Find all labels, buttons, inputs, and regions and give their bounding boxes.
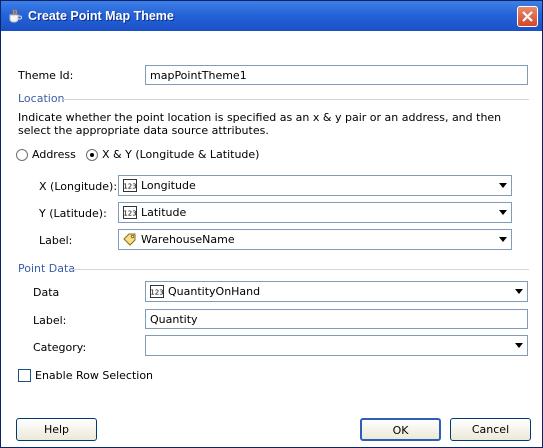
point-data-label: Data <box>33 286 60 299</box>
dialog-content: Theme Id: mapPointTheme1 Location Indica… <box>1 31 542 447</box>
cancel-button[interactable]: Cancel <box>450 418 531 441</box>
number-type-icon: 123 <box>123 179 137 192</box>
location-label-label: Label: <box>39 234 73 247</box>
location-label-value: WarehouseName <box>141 233 235 246</box>
point-data-value: QuantityOnHand <box>168 285 261 298</box>
xy-radio[interactable] <box>86 149 98 161</box>
create-point-map-theme-dialog: Create Point Map Theme Theme Id: mapPoin… <box>0 0 543 448</box>
point-data-select[interactable]: 123 QuantityOnHand <box>145 281 528 302</box>
tag-icon <box>123 233 136 246</box>
location-description: Indicate whether the point location is s… <box>18 111 502 137</box>
chevron-down-icon <box>499 183 507 188</box>
y-latitude-select[interactable]: 123 Latitude <box>118 202 512 223</box>
help-button[interactable]: Help <box>16 418 97 441</box>
point-label-label: Label: <box>33 314 67 327</box>
close-icon <box>522 11 533 22</box>
chevron-down-icon <box>499 237 507 242</box>
point-data-separator <box>71 269 529 270</box>
number-type-icon: 123 <box>150 285 164 298</box>
point-label-input[interactable]: Quantity <box>145 309 528 329</box>
chevron-down-icon <box>515 343 523 348</box>
location-separator <box>63 99 529 100</box>
number-type-icon: 123 <box>123 206 137 219</box>
theme-id-input[interactable]: mapPointTheme1 <box>145 65 528 85</box>
title-bar[interactable]: Create Point Map Theme <box>1 1 542 31</box>
svg-text:123: 123 <box>123 210 136 218</box>
enable-row-selection-label[interactable]: Enable Row Selection <box>35 369 153 382</box>
point-data-section-title: Point Data <box>18 262 76 275</box>
coffee-cup-icon <box>9 9 22 23</box>
ok-button[interactable]: OK <box>360 418 441 441</box>
location-section-title: Location <box>18 92 65 105</box>
theme-id-label: Theme Id: <box>18 69 74 82</box>
category-select[interactable] <box>145 335 528 356</box>
address-radio[interactable] <box>16 149 28 161</box>
svg-text:123: 123 <box>123 183 136 191</box>
x-longitude-label: X (Longitude): <box>39 180 118 193</box>
address-radio-label[interactable]: Address <box>32 148 76 161</box>
y-latitude-label: Y (Latitude): <box>39 207 107 220</box>
svg-text:123: 123 <box>150 289 163 297</box>
location-label-select[interactable]: WarehouseName <box>118 229 512 250</box>
x-longitude-select[interactable]: 123 Longitude <box>118 175 512 196</box>
window-title: Create Point Map Theme <box>28 9 174 23</box>
x-longitude-value: Longitude <box>141 179 196 192</box>
enable-row-selection-checkbox[interactable] <box>18 369 31 382</box>
category-label: Category: <box>33 341 87 354</box>
xy-radio-label[interactable]: X & Y (Longitude & Latitude) <box>102 148 259 161</box>
y-latitude-value: Latitude <box>141 206 187 219</box>
chevron-down-icon <box>515 289 523 294</box>
close-button[interactable] <box>517 6 538 27</box>
chevron-down-icon <box>499 210 507 215</box>
